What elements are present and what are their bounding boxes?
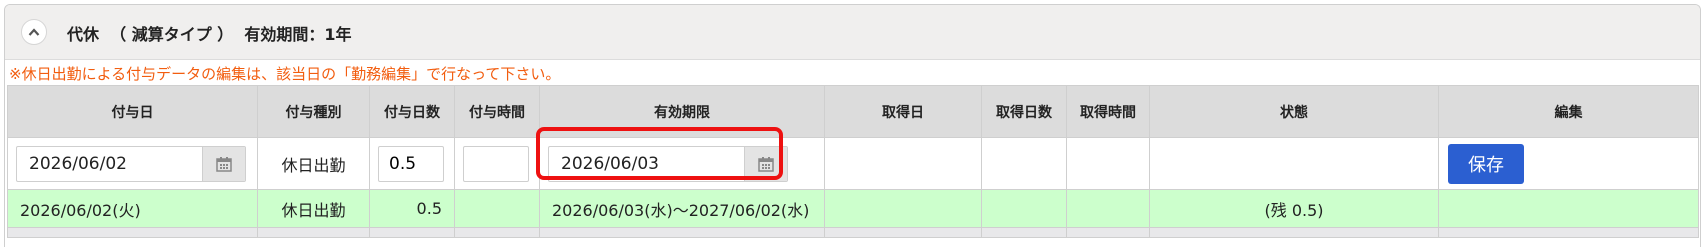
grant-date-cell — [7, 137, 258, 190]
grant-days-value: 0.5 — [369, 189, 455, 228]
column-header: 付与種別 — [257, 85, 370, 138]
grant-time-cell — [454, 137, 540, 190]
column-header: 取得日 — [824, 85, 982, 138]
grant-time-value — [454, 189, 540, 228]
taken-date-value — [824, 189, 982, 228]
collapse-button[interactable] — [21, 19, 47, 45]
grant-days-cell — [369, 137, 455, 190]
leave-grant-table: 付与日 付与種別 付与日数 付与時間 有効期限 取得日 取得日数 取得時間 状態… — [7, 85, 1699, 238]
grant-time-input[interactable] — [463, 146, 529, 182]
column-header: 編集 — [1438, 85, 1699, 138]
panel-title: 代休 （ 減算タイプ ） 有効期間：1年 — [67, 25, 352, 44]
edit-row: 休日出勤 — [7, 137, 1699, 190]
column-header: 取得時間 — [1066, 85, 1150, 138]
taken-time-cell — [1066, 137, 1150, 190]
taken-days-value — [981, 189, 1067, 228]
column-header: 付与時間 — [454, 85, 540, 138]
column-header: 付与日 — [7, 85, 258, 138]
grant-date-value: 2026/06/02(火) — [7, 189, 258, 228]
taken-time-value — [1066, 189, 1150, 228]
grant-type-cell: 休日出勤 — [257, 137, 370, 190]
taken-date-cell — [824, 137, 982, 190]
taken-days-cell — [981, 137, 1067, 190]
calendar-icon — [216, 157, 232, 172]
edit-value — [1438, 189, 1699, 228]
expiry-date-cell — [539, 137, 825, 190]
edit-cell: 保存 — [1438, 137, 1699, 190]
grant-days-input[interactable] — [378, 146, 444, 182]
grant-date-input[interactable] — [17, 147, 203, 181]
column-header: 有効期限 — [539, 85, 825, 138]
validity-period-value: 2026/06/03(水)〜2027/06/02(水) — [539, 189, 825, 228]
column-header: 状態 — [1149, 85, 1439, 138]
column-header: 付与日数 — [369, 85, 455, 138]
edit-notice: ※休日出勤による付与データの編集は、該当日の「勤務編集」で行なって下さい。 — [9, 65, 561, 83]
grant-type-value: 休日出勤 — [257, 189, 370, 228]
expiry-date-input[interactable] — [549, 147, 745, 181]
chevron-up-icon — [28, 28, 40, 36]
column-header: 取得日数 — [981, 85, 1067, 138]
panel-header: 代休 （ 減算タイプ ） 有効期間：1年 — [5, 5, 1700, 60]
grant-date-picker — [16, 146, 246, 182]
leave-panel: 代休 （ 減算タイプ ） 有効期間：1年 ※休日出勤による付与データの編集は、該… — [4, 4, 1701, 247]
expiry-date-picker — [548, 146, 788, 182]
save-button[interactable]: 保存 — [1448, 144, 1524, 184]
expiry-date-calendar-button[interactable] — [744, 147, 787, 181]
grant-date-calendar-button[interactable] — [202, 147, 245, 181]
status-cell — [1149, 137, 1439, 190]
calendar-icon — [758, 157, 774, 172]
status-value: (残 0.5) — [1149, 189, 1439, 228]
table-row — [7, 227, 1699, 238]
table-header-row: 付与日 付与種別 付与日数 付与時間 有効期限 取得日 取得日数 取得時間 状態… — [7, 85, 1699, 138]
table-row: 2026/06/02(火) 休日出勤 0.5 2026/06/03(水)〜202… — [7, 189, 1699, 228]
